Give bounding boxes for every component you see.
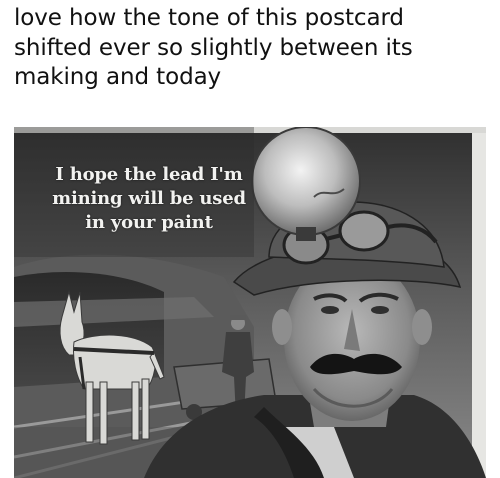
postcard-slogan: I hope the lead I'm mining will be used … — [44, 163, 254, 235]
postcard-text-line: mining will be used — [52, 188, 246, 209]
caption-line: making and today — [14, 64, 222, 90]
caption-line: love how the tone of this postcard — [14, 5, 404, 31]
post-caption: love how the tone of this postcard shift… — [14, 4, 488, 93]
caption-line: shifted ever so slightly between its — [14, 34, 413, 61]
postcard-text-line: in your paint — [85, 212, 213, 233]
headlamp — [251, 127, 361, 236]
postcard-photo: I hope the lead I'm mining will be used … — [14, 127, 486, 478]
postcard-text-line: I hope the lead I'm — [55, 164, 243, 185]
